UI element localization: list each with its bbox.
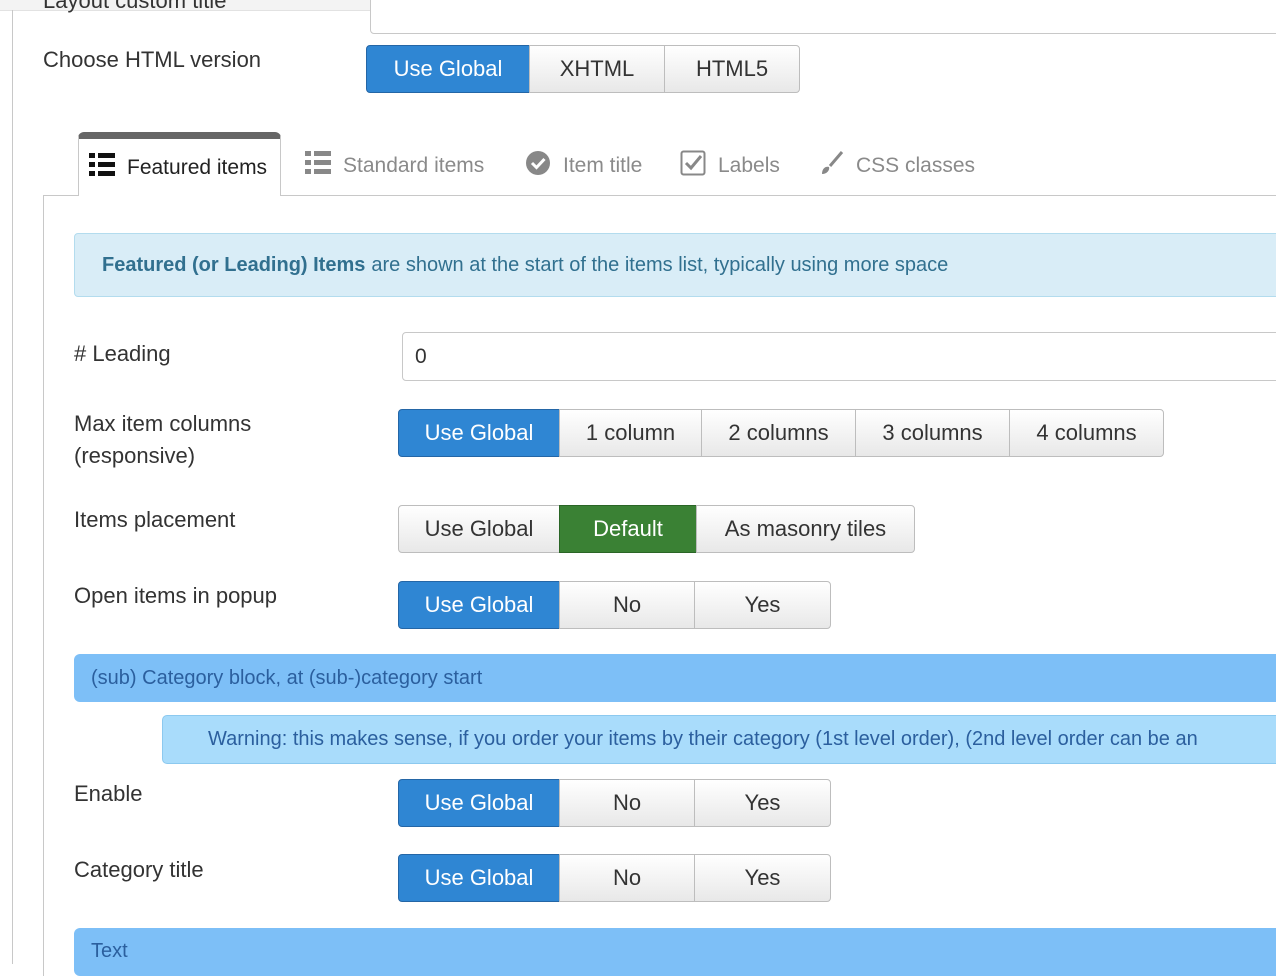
text-section-bar: Text [74,928,1276,976]
tab-standard-items-label: Standard items [343,154,485,177]
leading-input[interactable]: 0 [402,332,1276,381]
tab-featured-items[interactable]: Featured items [78,132,281,196]
placement-group: Use Global Default As masonry tiles [398,505,915,553]
popup-group: Use Global No Yes [398,581,831,629]
popup-no-button[interactable]: No [559,581,695,629]
category-title-yes-button[interactable]: Yes [694,854,831,902]
layout-custom-title-label: Layout custom title [43,0,227,13]
category-title-label: Category title [74,857,204,882]
html-version-html5-button[interactable]: HTML5 [664,45,800,93]
subcategory-warning: Warning: this makes sense, if you order … [162,715,1276,764]
tab-item-title-label: Item title [563,154,643,177]
popup-yes-button[interactable]: Yes [694,581,831,629]
placement-label: Items placement [74,507,236,532]
placement-masonry-button[interactable]: As masonry tiles [696,505,915,553]
tab-labels[interactable]: Labels [680,146,780,186]
category-title-group: Use Global No Yes [398,854,831,902]
columns-use-global-button[interactable]: Use Global [398,409,560,457]
columns-2-button[interactable]: 2 columns [701,409,856,457]
settings-tabs: Featured items Standard items Item title… [43,130,1276,196]
category-title-no-button[interactable]: No [559,854,695,902]
enable-no-button[interactable]: No [559,779,695,827]
leading-input-value: 0 [415,344,427,368]
tab-labels-label: Labels [718,154,780,177]
tab-css-classes-label: CSS classes [856,154,976,177]
placement-use-global-button[interactable]: Use Global [398,505,560,553]
placement-default-button[interactable]: Default [559,505,697,553]
tab-standard-items[interactable]: Standard items [305,146,484,186]
enable-use-global-button[interactable]: Use Global [398,779,560,827]
tab-item-title[interactable]: Item title [525,146,642,186]
html-version-label: Choose HTML version [43,47,262,72]
subcategory-section-bar: (sub) Category block, at (sub-)category … [74,654,1276,702]
checkbox-icon [680,150,706,182]
category-title-use-global-button[interactable]: Use Global [398,854,560,902]
html-version-group: Use Global XHTML HTML5 [366,45,800,93]
featured-info-text: are shown at the start of the items list… [371,253,949,276]
popup-use-global-button[interactable]: Use Global [398,581,560,629]
enable-label: Enable [74,781,143,806]
columns-4-button[interactable]: 4 columns [1009,409,1164,457]
left-border [12,10,13,964]
layout-custom-title-input[interactable] [370,0,1276,34]
featured-info-bold: Featured (or Leading) Items [102,253,366,276]
tab-css-classes[interactable]: CSS classes [818,146,975,186]
list-icon [89,152,115,183]
html-version-use-global-button[interactable]: Use Global [366,45,530,93]
brush-icon [818,150,844,182]
check-circle-icon [525,150,551,182]
featured-info-alert: Featured (or Leading) Items are shown at… [74,233,1276,297]
columns-1-button[interactable]: 1 column [559,409,702,457]
list-icon [305,151,331,181]
columns-label-line1: Max item columns [74,411,252,436]
columns-label-line2: (responsive) [74,443,196,468]
columns-group: Use Global 1 column 2 columns 3 columns … [398,409,1164,457]
enable-group: Use Global No Yes [398,779,831,827]
tab-featured-items-label: Featured items [127,155,268,179]
leading-label: # Leading [74,341,171,366]
enable-yes-button[interactable]: Yes [694,779,831,827]
html-version-xhtml-button[interactable]: XHTML [529,45,665,93]
popup-label: Open items in popup [74,583,278,608]
columns-3-button[interactable]: 3 columns [855,409,1010,457]
